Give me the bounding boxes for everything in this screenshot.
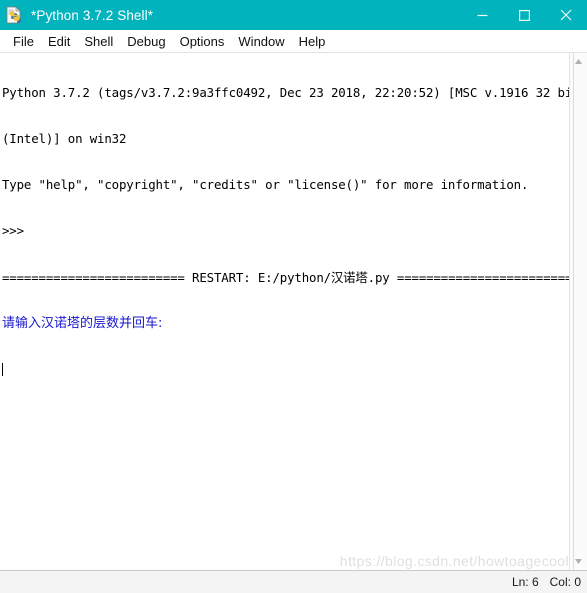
window-title: *Python 3.7.2 Shell* — [31, 7, 154, 23]
status-col-indicator: Col: 0 — [549, 575, 581, 589]
menu-bar: File Edit Shell Debug Options Window Hel… — [0, 30, 587, 53]
shell-restart-line: ========================= RESTART: E:/py… — [2, 269, 569, 285]
status-bar: Ln: 6 Col: 0 — [0, 570, 587, 593]
shell-prompt-line: >>> — [2, 223, 32, 239]
menu-item-shell[interactable]: Shell — [77, 33, 120, 50]
shell-line: Python 3.7.2 (tags/v3.7.2:9a3ffc0492, De… — [2, 84, 569, 100]
shell-content: Python 3.7.2 (tags/v3.7.2:9a3ffc0492, De… — [0, 53, 587, 570]
idle-python-icon — [5, 6, 23, 24]
text-caret — [2, 363, 3, 377]
shell-line: Type "help", "copyright", "credits" or "… — [2, 177, 529, 193]
shell-caret-line — [2, 362, 569, 377]
maximize-button[interactable] — [503, 0, 545, 30]
menu-item-options[interactable]: Options — [173, 33, 232, 50]
title-bar: *Python 3.7.2 Shell* — [0, 0, 587, 30]
shell-text-area[interactable]: Python 3.7.2 (tags/v3.7.2:9a3ffc0492, De… — [0, 53, 569, 570]
close-button[interactable] — [545, 0, 587, 30]
vertical-scrollbar[interactable] — [569, 53, 587, 570]
menu-item-edit[interactable]: Edit — [41, 33, 77, 50]
minimize-button[interactable] — [461, 0, 503, 30]
shell-line: (Intel)] on win32 — [2, 131, 127, 147]
menu-item-help[interactable]: Help — [292, 33, 333, 50]
window-controls — [461, 0, 587, 30]
menu-item-debug[interactable]: Debug — [120, 33, 172, 50]
status-line-indicator: Ln: 6 — [511, 575, 539, 589]
menu-item-file[interactable]: File — [6, 33, 41, 50]
shell-input-prompt-line: 请输入汉诺塔的层数并回车: — [2, 315, 163, 331]
menu-item-window[interactable]: Window — [231, 33, 291, 50]
scrollbar-track[interactable] — [570, 70, 587, 553]
idle-shell-window: *Python 3.7.2 Shell* File Edit Shell Deb… — [0, 0, 587, 593]
